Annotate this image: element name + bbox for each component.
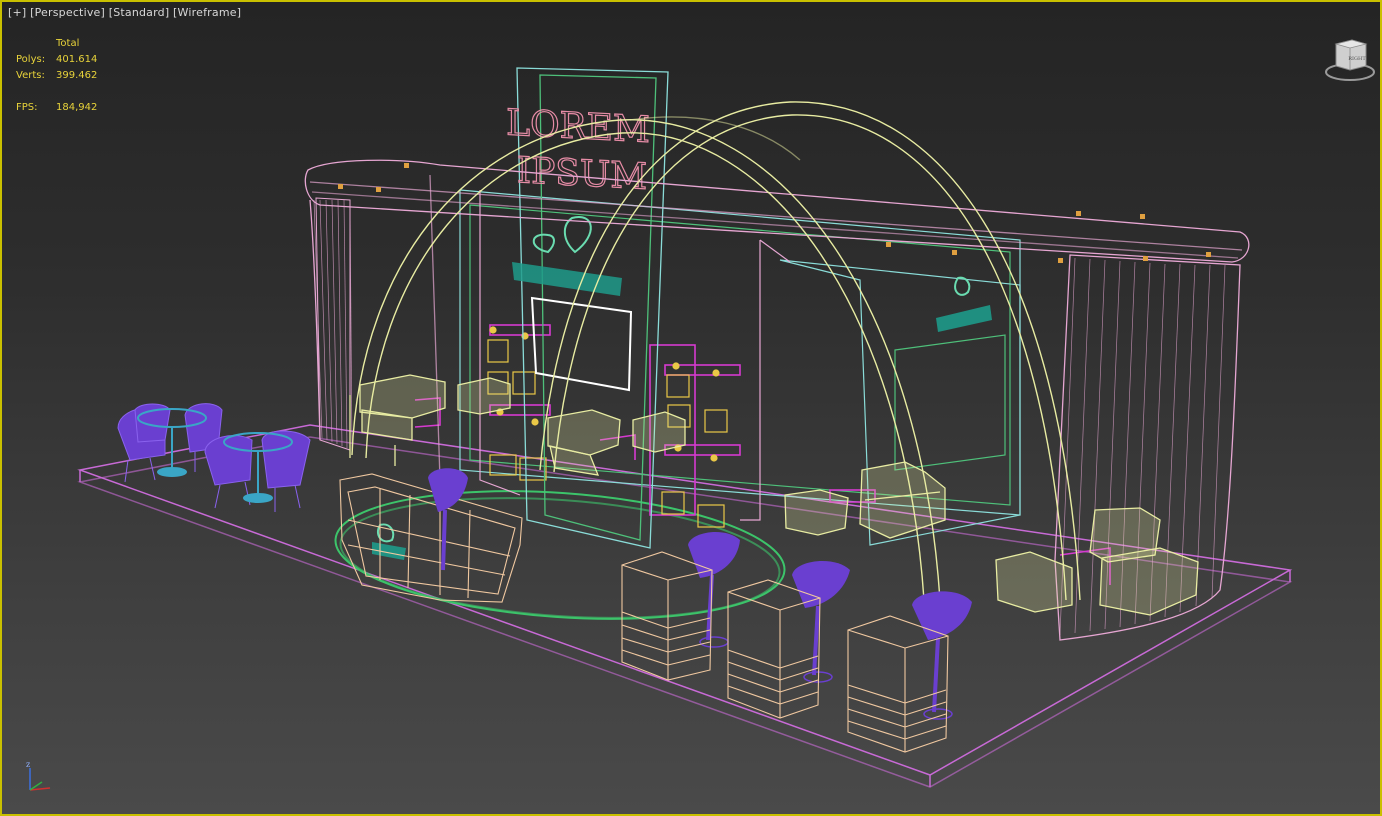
reception-counter xyxy=(339,473,523,603)
sign-text: LOREM IPSUM xyxy=(506,102,651,199)
polys-label: Polys: xyxy=(16,54,46,65)
perspective-viewport[interactable]: LOREM IPSUM [+] [Perspective] [Standard]… xyxy=(0,0,1382,816)
axis-z-label: z xyxy=(26,760,30,769)
statistics-overlay: Total Polys: 401.614 Verts: 399.462 FPS: 18… xyxy=(16,38,97,118)
sign-line-2: IPSUM xyxy=(517,150,647,198)
armchair-5 xyxy=(784,489,849,536)
polys-value: 401.614 xyxy=(56,54,98,65)
stool-purple-1 xyxy=(688,531,740,648)
wireframe-scene[interactable]: LOREM IPSUM xyxy=(0,0,1382,816)
armchair-4 xyxy=(632,411,686,453)
fps-label: FPS: xyxy=(16,102,38,113)
viewport-menu-view[interactable]: [Perspective] xyxy=(30,6,105,19)
stool-purple-3 xyxy=(912,591,972,720)
viewport-menu-shading[interactable]: [Standard] xyxy=(109,6,170,19)
armchair-1 xyxy=(349,374,446,466)
logo-side-wall xyxy=(936,276,992,332)
verts-value: 399.462 xyxy=(56,70,98,81)
viewport-menu-plus[interactable]: [+] xyxy=(8,6,26,19)
stool-purple-counter xyxy=(428,468,468,571)
armchair-7 xyxy=(995,551,1073,613)
viewport-labels: [+] [Perspective] [Standard] [Wireframe] xyxy=(8,6,241,19)
dining-set-left xyxy=(117,403,311,512)
stool-purple-2 xyxy=(792,560,850,683)
stats-header: Total xyxy=(56,38,80,49)
podiums xyxy=(621,551,949,753)
viewcube-icon[interactable]: RIGHT xyxy=(1324,34,1376,86)
axis-tripod-icon: z xyxy=(26,760,51,791)
verts-label: Verts: xyxy=(16,70,45,81)
fps-value: 184,942 xyxy=(56,102,98,113)
viewcube-face-label: RIGHT xyxy=(1348,56,1366,62)
viewport-menu-display[interactable]: [Wireframe] xyxy=(173,6,241,19)
armchair-2 xyxy=(457,377,511,415)
armchair-3 xyxy=(547,409,621,476)
armchair-9 xyxy=(1099,547,1199,616)
